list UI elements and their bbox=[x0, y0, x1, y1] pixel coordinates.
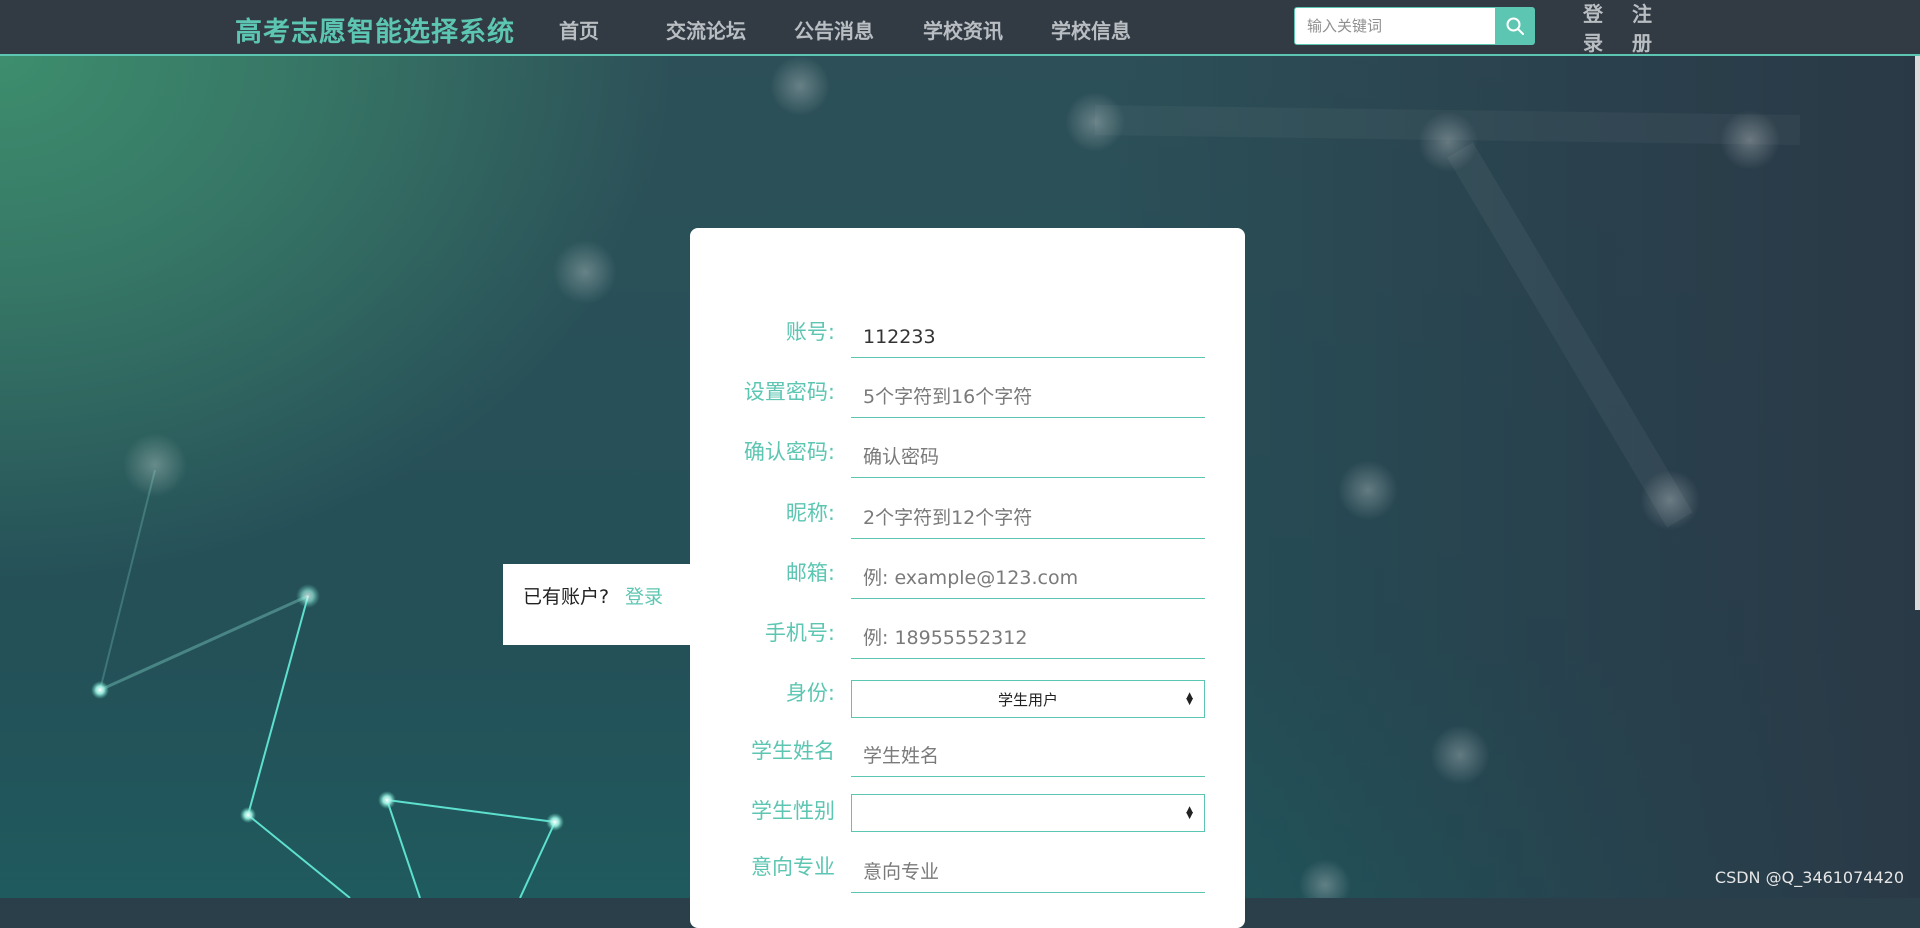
nickname-label: 昵称: bbox=[785, 501, 835, 525]
search-button[interactable] bbox=[1495, 7, 1535, 45]
row-identity: 身份: 学生用户 ▲ ▼ bbox=[690, 674, 1245, 724]
site-title[interactable]: 高考志愿智能选择系统 bbox=[235, 10, 515, 49]
account-input[interactable] bbox=[851, 316, 1205, 358]
nav-school-info[interactable]: 学校信息 bbox=[1051, 15, 1131, 44]
student-gender-select[interactable]: ▲ ▼ bbox=[851, 794, 1205, 832]
top-nav: 高考志愿智能选择系统 首页 交流论坛 公告消息 学校资讯 学校信息 登录 注册 bbox=[0, 0, 1920, 56]
student-gender-label: 学生性别 bbox=[751, 799, 835, 823]
nav-forum[interactable]: 交流论坛 bbox=[666, 15, 746, 44]
login-prompt-box: 已有账户? 登录 bbox=[503, 564, 698, 645]
nickname-input[interactable] bbox=[851, 497, 1205, 539]
row-student-gender: 学生性别 ▲ ▼ bbox=[690, 792, 1245, 842]
login-prompt-link[interactable]: 登录 bbox=[625, 582, 663, 609]
phone-label: 手机号: bbox=[764, 621, 835, 645]
row-nickname: 昵称: bbox=[690, 494, 1245, 544]
row-confirm-password: 确认密码: bbox=[690, 434, 1245, 484]
row-email: 邮箱: bbox=[690, 554, 1245, 604]
nav-home[interactable]: 首页 bbox=[559, 15, 599, 44]
major-label: 意向专业 bbox=[751, 855, 835, 879]
email-input[interactable] bbox=[851, 557, 1205, 599]
password-input[interactable] bbox=[851, 376, 1205, 418]
row-phone: 手机号: bbox=[690, 614, 1245, 664]
has-account-text: 已有账户? bbox=[523, 586, 610, 608]
select-arrows-icon: ▲ ▼ bbox=[1186, 805, 1193, 821]
watermark: CSDN @Q_3461074420 bbox=[1714, 868, 1904, 887]
student-name-label: 学生姓名 bbox=[751, 739, 835, 763]
nav-announcements[interactable]: 公告消息 bbox=[794, 15, 874, 44]
email-label: 邮箱: bbox=[785, 561, 835, 585]
register-link[interactable]: 注册 bbox=[1630, 0, 1654, 58]
row-account: 账号: bbox=[690, 314, 1245, 364]
register-form: 账号: 设置密码: 确认密码: 昵称: 邮箱: 手机号: 身份: 学生用户 ▲▼… bbox=[690, 228, 1245, 928]
search-input[interactable] bbox=[1294, 7, 1496, 45]
row-student-name: 学生姓名 bbox=[690, 732, 1245, 782]
identity-select[interactable]: 学生用户 ▲ ▼ bbox=[851, 680, 1205, 718]
identity-label: 身份: bbox=[785, 681, 835, 705]
confirm-password-input[interactable] bbox=[851, 436, 1205, 478]
row-password: 设置密码: bbox=[690, 374, 1245, 424]
identity-selected-value: 学生用户 bbox=[997, 690, 1058, 709]
major-input[interactable] bbox=[851, 851, 1205, 893]
scrollbar[interactable] bbox=[1915, 0, 1920, 610]
confirm-password-label: 确认密码: bbox=[743, 440, 835, 464]
student-name-input[interactable] bbox=[851, 735, 1205, 777]
row-major: 意向专业 bbox=[690, 848, 1245, 898]
login-link[interactable]: 登录 bbox=[1581, 0, 1605, 58]
phone-input[interactable] bbox=[851, 617, 1205, 659]
nav-school-news[interactable]: 学校资讯 bbox=[923, 15, 1003, 44]
account-label: 账号: bbox=[785, 320, 835, 344]
password-label: 设置密码: bbox=[743, 380, 835, 404]
search-icon bbox=[1506, 17, 1524, 35]
select-arrows-icon: ▲ ▼ bbox=[1186, 691, 1193, 707]
